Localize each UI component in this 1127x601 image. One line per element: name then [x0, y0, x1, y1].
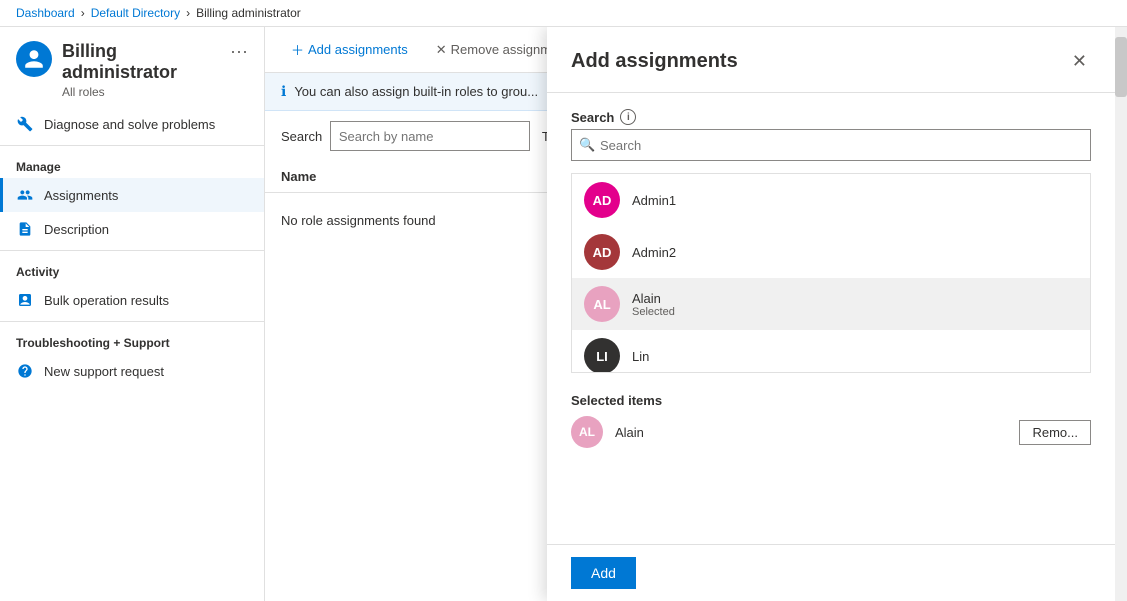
search-input[interactable]: [330, 121, 530, 151]
avatar-alain: AL: [584, 286, 620, 322]
item-name-admin2: Admin2: [632, 245, 676, 260]
avatar-admin1: AD: [584, 182, 620, 218]
nav-new-support[interactable]: New support request: [0, 354, 264, 388]
wrench-icon: [16, 115, 34, 133]
item-info-lin: Lin: [632, 349, 649, 364]
item-name-admin1: Admin1: [632, 193, 676, 208]
avatar-lin: LI: [584, 338, 620, 373]
nav-description[interactable]: Description: [0, 212, 264, 246]
panel-scrollbar[interactable]: [1115, 27, 1127, 601]
search-filter-label: Search: [281, 129, 322, 144]
add-assignments-panel: Add assignments ✕ Search i 🔍: [547, 27, 1127, 601]
description-icon: [16, 220, 34, 238]
nav-assignments-label: Assignments: [44, 188, 118, 203]
selected-avatar-alain: AL: [571, 416, 603, 448]
add-assignments-label: Add assignments: [308, 42, 408, 57]
manage-section-label: Manage: [0, 150, 264, 178]
dropdown-item-admin1[interactable]: AD Admin1: [572, 174, 1090, 226]
page-title: Billing administrator: [62, 41, 220, 83]
item-tag-alain: Selected: [632, 306, 675, 318]
support-icon: [16, 362, 34, 380]
nav-bulk-ops-label: Bulk operation results: [44, 293, 169, 308]
nav-support-label: New support request: [44, 364, 164, 379]
search-section-label: Search i: [571, 109, 1091, 125]
divider3: [0, 321, 264, 322]
assignments-icon: [16, 186, 34, 204]
nav-assignments[interactable]: Assignments: [0, 178, 264, 212]
breadcrumb: Dashboard › Default Directory › Billing …: [0, 0, 1127, 27]
nav-description-label: Description: [44, 222, 109, 237]
x-icon: ✕: [436, 42, 447, 58]
info-text: You can also assign built-in roles to gr…: [294, 84, 538, 99]
item-info-alain: Alain Selected: [632, 291, 675, 318]
selected-name-alain: Alain: [615, 425, 1007, 440]
dropdown-item-admin2[interactable]: AD Admin2: [572, 226, 1090, 278]
breadcrumb-dashboard[interactable]: Dashboard: [16, 6, 75, 20]
page-subtitle: All roles: [62, 85, 220, 99]
more-options-icon[interactable]: ···: [230, 41, 248, 62]
item-info-admin2: Admin2: [632, 245, 676, 260]
search-icon: 🔍: [579, 137, 595, 153]
divider: [0, 145, 264, 146]
plus-icon: ＋: [291, 40, 304, 59]
dropdown-item-lin[interactable]: LI Lin: [572, 330, 1090, 373]
name-column-header: Name: [281, 169, 316, 184]
divider2: [0, 250, 264, 251]
main-content: ＋ Add assignments ✕ Remove assignments ℹ…: [265, 27, 1127, 601]
panel-search-input[interactable]: [571, 129, 1091, 161]
item-name-lin: Lin: [632, 349, 649, 364]
user-dropdown-list: AD Admin1 AD Admin2: [571, 173, 1091, 373]
troubleshooting-section-label: Troubleshooting + Support: [0, 326, 264, 354]
selected-item-alain: AL Alain Remo...: [571, 408, 1091, 456]
panel-footer: Add: [547, 544, 1115, 601]
info-icon: ℹ: [281, 83, 286, 100]
panel-add-button[interactable]: Add: [571, 557, 636, 589]
diagnose-label: Diagnose and solve problems: [44, 117, 215, 132]
selected-items-label: Selected items: [571, 393, 1091, 408]
avatar-admin2: AD: [584, 234, 620, 270]
panel-header: Add assignments ✕: [547, 27, 1115, 93]
remove-alain-button[interactable]: Remo...: [1019, 420, 1091, 445]
panel-title: Add assignments: [571, 50, 738, 73]
sidebar-avatar: [16, 41, 52, 77]
item-info-admin1: Admin1: [632, 193, 676, 208]
nav-bulk-ops[interactable]: Bulk operation results: [0, 283, 264, 317]
search-info-icon[interactable]: i: [620, 109, 636, 125]
dropdown-item-alain[interactable]: AL Alain Selected: [572, 278, 1090, 330]
activity-section-label: Activity: [0, 255, 264, 283]
panel-close-button[interactable]: ✕: [1068, 47, 1091, 76]
sidebar: Billing administrator All roles ··· Diag…: [0, 27, 265, 601]
add-assignments-button[interactable]: ＋ Add assignments: [281, 35, 418, 64]
breadcrumb-current: Billing administrator: [196, 6, 301, 20]
diagnose-item[interactable]: Diagnose and solve problems: [0, 107, 264, 141]
scrollbar-thumb[interactable]: [1115, 37, 1127, 97]
bulk-ops-icon: [16, 291, 34, 309]
panel-body: Search i 🔍 AD: [547, 93, 1115, 544]
breadcrumb-directory[interactable]: Default Directory: [91, 6, 180, 20]
item-name-alain: Alain: [632, 291, 675, 306]
